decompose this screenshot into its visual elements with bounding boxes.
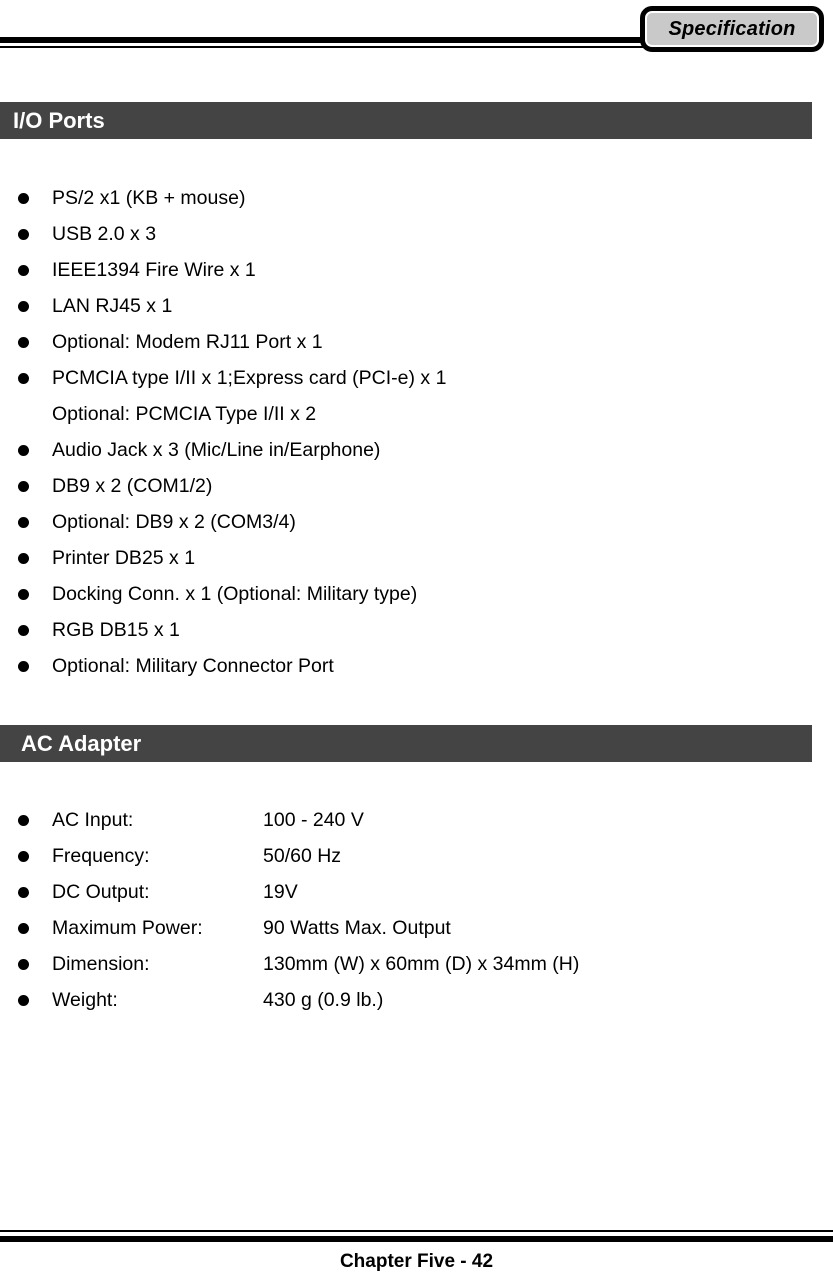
section-header-io-ports: I/O Ports bbox=[0, 102, 812, 139]
spec-row: Weight: 430 g (0.9 lb.) bbox=[0, 982, 833, 1018]
bullet-icon bbox=[18, 887, 29, 898]
spec-row-value: 130mm (W) x 60mm (D) x 34mm (H) bbox=[263, 953, 580, 975]
spec-row-label: Weight: bbox=[52, 989, 118, 1011]
list-item: PCMCIA type I/II x 1;Express card (PCI-e… bbox=[0, 360, 833, 396]
list-item: Optional: Military Connector Port bbox=[0, 648, 833, 684]
ac-adapter-list: AC Input: 100 - 240 V Frequency: 50/60 H… bbox=[0, 802, 833, 1018]
bullet-icon bbox=[18, 553, 29, 564]
bullet-icon bbox=[18, 851, 29, 862]
header-rule-thick bbox=[0, 37, 646, 43]
list-item-continuation: Optional: PCMCIA Type I/II x 2 bbox=[0, 396, 833, 432]
list-item-label: PCMCIA type I/II x 1;Express card (PCI-e… bbox=[52, 367, 447, 389]
list-item-label: RGB DB15 x 1 bbox=[52, 619, 180, 641]
bullet-icon bbox=[18, 373, 29, 384]
spec-row-label: DC Output: bbox=[52, 881, 150, 903]
bullet-icon bbox=[18, 661, 29, 672]
section-title-io-ports: I/O Ports bbox=[13, 107, 105, 133]
spec-row-label: AC Input: bbox=[52, 809, 134, 831]
spec-row-value: 430 g (0.9 lb.) bbox=[263, 989, 384, 1011]
spec-row-label: Dimension: bbox=[52, 953, 150, 975]
list-item: DB9 x 2 (COM1/2) bbox=[0, 468, 833, 504]
list-item: RGB DB15 x 1 bbox=[0, 612, 833, 648]
list-item: IEEE1394 Fire Wire x 1 bbox=[0, 252, 833, 288]
bullet-icon bbox=[18, 923, 29, 934]
list-item-label: LAN RJ45 x 1 bbox=[52, 295, 173, 317]
list-item-label: IEEE1394 Fire Wire x 1 bbox=[52, 259, 256, 281]
list-item-label: Audio Jack x 3 (Mic/Line in/Earphone) bbox=[52, 439, 381, 461]
spec-row-value: 100 - 240 V bbox=[263, 809, 364, 831]
section-header-ac-adapter: AC Adapter bbox=[0, 725, 812, 762]
list-item: PS/2 x1 (KB + mouse) bbox=[0, 180, 833, 216]
list-item: LAN RJ45 x 1 bbox=[0, 288, 833, 324]
spec-row-value: 19V bbox=[263, 881, 298, 903]
specification-badge-label: Specification bbox=[668, 17, 796, 40]
bullet-icon bbox=[18, 589, 29, 600]
list-item: Audio Jack x 3 (Mic/Line in/Earphone) bbox=[0, 432, 833, 468]
list-item: USB 2.0 x 3 bbox=[0, 216, 833, 252]
list-item-label: Optional: Military Connector Port bbox=[52, 655, 334, 677]
list-item: Optional: DB9 x 2 (COM3/4) bbox=[0, 504, 833, 540]
bullet-icon bbox=[18, 337, 29, 348]
spec-row-value: 90 Watts Max. Output bbox=[263, 917, 451, 939]
spec-row: DC Output: 19V bbox=[0, 874, 833, 910]
list-item-label: Optional: DB9 x 2 (COM3/4) bbox=[52, 511, 296, 533]
header-rule-thin bbox=[0, 46, 646, 48]
bullet-icon bbox=[18, 193, 29, 204]
section-title-ac-adapter: AC Adapter bbox=[21, 730, 142, 756]
spec-row: Maximum Power: 90 Watts Max. Output bbox=[0, 910, 833, 946]
bullet-icon bbox=[18, 301, 29, 312]
bullet-icon bbox=[18, 959, 29, 970]
list-item-label: Optional: PCMCIA Type I/II x 2 bbox=[52, 403, 317, 425]
footer-rule-thin bbox=[0, 1230, 833, 1232]
spec-row: Dimension: 130mm (W) x 60mm (D) x 34mm (… bbox=[0, 946, 833, 982]
bullet-icon bbox=[18, 995, 29, 1006]
io-ports-list: PS/2 x1 (KB + mouse) USB 2.0 x 3 IEEE139… bbox=[0, 180, 833, 684]
spec-row-value: 50/60 Hz bbox=[263, 845, 342, 867]
list-item: Docking Conn. x 1 (Optional: Military ty… bbox=[0, 576, 833, 612]
footer-rule-thick bbox=[0, 1236, 833, 1242]
list-item: Optional: Modem RJ11 Port x 1 bbox=[0, 324, 833, 360]
list-item: Printer DB25 x 1 bbox=[0, 540, 833, 576]
list-item-label: PS/2 x1 (KB + mouse) bbox=[52, 187, 246, 209]
spec-row-label: Frequency: bbox=[52, 845, 150, 867]
bullet-icon bbox=[18, 625, 29, 636]
spec-row-label: Maximum Power: bbox=[52, 917, 203, 939]
list-item-label: Printer DB25 x 1 bbox=[52, 547, 196, 569]
page-footer: Chapter Five - 42 bbox=[0, 1221, 833, 1281]
specification-badge: Specification bbox=[640, 6, 824, 52]
bullet-icon bbox=[18, 445, 29, 456]
list-item-label: USB 2.0 x 3 bbox=[52, 223, 157, 245]
list-item-label: DB9 x 2 (COM1/2) bbox=[52, 475, 213, 497]
spec-row: Frequency: 50/60 Hz bbox=[0, 838, 833, 874]
page-number: Chapter Five - 42 bbox=[339, 1251, 494, 1272]
bullet-icon bbox=[18, 481, 29, 492]
bullet-icon bbox=[18, 265, 29, 276]
bullet-icon bbox=[18, 517, 29, 528]
spec-row: AC Input: 100 - 240 V bbox=[0, 802, 833, 838]
list-item-label: Optional: Modem RJ11 Port x 1 bbox=[52, 331, 323, 353]
list-item-label: Docking Conn. x 1 (Optional: Military ty… bbox=[52, 583, 418, 605]
bullet-icon bbox=[18, 229, 29, 240]
page-header: Specification bbox=[0, 0, 833, 62]
bullet-icon bbox=[18, 815, 29, 826]
